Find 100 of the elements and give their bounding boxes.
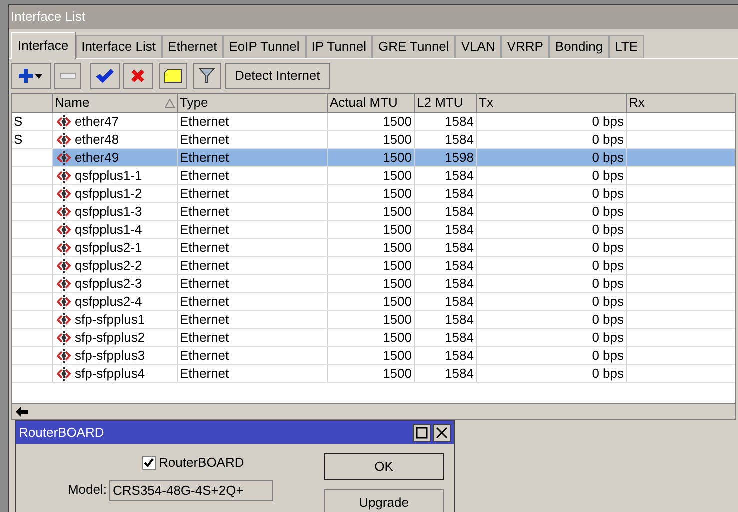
table-cell: 0 bps [592,365,624,382]
table-cell: 1500 [383,293,412,310]
table-cell: 0 bps [592,293,624,310]
table-cell: 1584 [445,293,474,310]
tab[interactable]: LTE [609,35,644,58]
table-cell: Ethernet [180,113,230,130]
tab[interactable]: Ethernet [162,35,224,58]
tab[interactable]: Bonding [549,35,610,58]
table-cell: 1584 [445,311,474,328]
dialog-button[interactable]: OK [324,453,444,480]
table-cell: 1500 [383,329,412,346]
table-cell: Ethernet [180,203,230,220]
table-cell: sfp-sfpplus4 [75,365,146,382]
table-cell: Ethernet [180,221,230,238]
table-cell: qsfpplus1-2 [75,185,142,202]
table-cell: qsfpplus2-4 [75,293,142,310]
table-cell: 0 bps [592,257,624,274]
table-cell: 1584 [445,347,474,364]
column-header[interactable]: Tx [477,94,627,112]
table-cell: 1500 [383,113,412,130]
table-cell: 1584 [445,203,474,220]
table-cell: ether47 [75,113,120,130]
table-cell: 0 bps [592,311,624,328]
tab[interactable]: VLAN [455,35,502,58]
table-cell: 1584 [445,185,474,202]
table-cell: S [14,131,23,148]
table-cell: ether49 [75,149,120,166]
table-cell: 1584 [445,275,474,292]
table-cell: 0 bps [592,185,624,202]
table-cell: 1584 [445,131,474,148]
table-cell: 1500 [383,149,412,166]
table-cell: 1500 [383,239,412,256]
dialog-button[interactable]: Upgrade [324,489,444,512]
column-header[interactable]: Name [53,94,178,112]
table-cell: Ethernet [180,275,230,292]
table-cell: 1500 [383,203,412,220]
model-label: Model: [66,481,108,500]
tab[interactable]: VRRP [501,35,550,58]
table-cell: Ethernet [180,167,230,184]
tab[interactable]: IP Tunnel [306,35,372,58]
table-cell: Ethernet [180,257,230,274]
table-cell: 1584 [445,365,474,382]
tab[interactable]: EoIP Tunnel [223,35,306,58]
table-cell: 1500 [383,311,412,328]
table-cell: 0 bps [592,203,624,220]
table-cell: 0 bps [592,329,624,346]
column-header[interactable]: Actual MTU [328,94,415,112]
tab[interactable]: GRE Tunnel [372,35,456,58]
table-cell: 1584 [445,167,474,184]
table-cell: Ethernet [180,329,230,346]
table-cell: 1584 [445,329,474,346]
table-cell: Ethernet [180,149,230,166]
table-cell: 1584 [445,257,474,274]
table-cell: 0 bps [592,131,624,148]
column-header[interactable]: L2 MTU [415,94,477,112]
table-cell: qsfpplus2-1 [75,239,142,256]
table-cell: qsfpplus2-2 [75,257,142,274]
selected-row-highlight[interactable]: ether49 Ethernet 1500 1598 0 bps [12,149,735,167]
table-cell: 0 bps [592,113,624,130]
table-cell: qsfpplus2-3 [75,275,142,292]
tab[interactable]: Interface [11,32,76,59]
table-cell: qsfpplus1-3 [75,203,142,220]
table-cell: 1500 [383,347,412,364]
table-cell: 1500 [383,365,412,382]
table-cell: 0 bps [592,275,624,292]
table-cell: 1500 [383,185,412,202]
table-cell: 0 bps [592,347,624,364]
table-cell: qsfpplus1-1 [75,167,142,184]
table-cell: 1500 [383,221,412,238]
window-title: Interface List [9,5,738,29]
table-cell: 1500 [383,167,412,184]
table-cell: Ethernet [180,347,230,364]
table-cell: 1584 [445,221,474,238]
column-header[interactable]: Type [178,94,328,112]
table-cell: qsfpplus1-4 [75,221,142,238]
table-cell: sfp-sfpplus1 [75,311,146,328]
table-cell: Ethernet [180,239,230,256]
table-cell: sfp-sfpplus2 [75,329,146,346]
dialog-title: RouterBOARD [19,424,104,442]
column-header[interactable]: Rx [627,94,735,112]
tab[interactable]: Interface List [76,35,162,58]
table-cell: Ethernet [180,131,230,148]
table-cell: 1584 [445,239,474,256]
table-cell: ether48 [75,131,120,148]
table-cell: Ethernet [180,311,230,328]
table-cell: Ethernet [180,293,230,310]
checkbox-label: RouterBOARD [159,454,244,472]
table-cell: 1598 [445,149,474,166]
table-cell: 1500 [383,275,412,292]
table-cell: Ethernet [180,185,230,202]
table-cell: 1500 [383,257,412,274]
table-cell: 0 bps [592,221,624,238]
table-cell: 0 bps [592,149,624,166]
detect-internet-button[interactable]: Detect Internet [225,63,330,89]
table-cell: sfp-sfpplus3 [75,347,146,364]
table-cell: 1500 [383,131,412,148]
model-field[interactable]: CRS354-48G-4S+2Q+ [109,480,273,500]
table-cell: Ethernet [180,365,230,382]
table-cell: 0 bps [592,167,624,184]
table-cell: 1584 [445,113,474,130]
